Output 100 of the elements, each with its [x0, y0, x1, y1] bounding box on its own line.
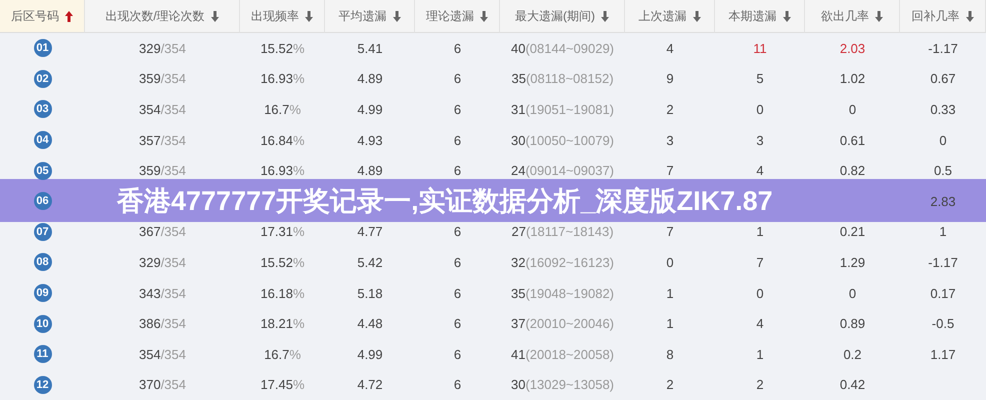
- table-cell: 2: [666, 377, 674, 392]
- table-cell: 329/354: [138, 254, 186, 270]
- table-cell: 0.2: [843, 346, 862, 362]
- column-header[interactable]: 回补几率: [900, 0, 986, 33]
- sort-down-icon: [480, 10, 488, 22]
- table-cell: 359/354: [138, 163, 186, 178]
- table-cell: 0.5: [934, 163, 952, 178]
- table-cell: 6: [454, 377, 462, 392]
- table-cell: 11: [753, 40, 767, 56]
- table-cell: 15.52%: [260, 40, 305, 56]
- column-header[interactable]: 出现频率: [240, 0, 325, 33]
- column-header[interactable]: 本期遗漏: [715, 0, 805, 33]
- table-cell: 1: [666, 286, 674, 301]
- table-cell: 4: [756, 316, 764, 332]
- sort-down-icon: [305, 10, 313, 22]
- table-cell: 35(19048~19082): [510, 286, 614, 301]
- table-cell: 6: [454, 163, 462, 178]
- table-cell: 0: [848, 102, 856, 117]
- table-cell: 0.42: [840, 377, 866, 392]
- table-cell: 16.7%: [264, 346, 301, 362]
- table-cell: 0.21: [840, 224, 866, 240]
- banner-title: 香港4777777开奖记录一,实证数据分析_深度版ZIK7.87: [117, 184, 773, 218]
- column-header[interactable]: 上次遗漏: [625, 0, 715, 33]
- table-cell: 5.42: [357, 254, 383, 270]
- number-ball: 10: [34, 314, 52, 333]
- column-header[interactable]: 理论遗漏: [415, 0, 500, 33]
- table-cell: 0: [756, 286, 764, 301]
- table-cell: 4.89: [357, 71, 383, 86]
- table-cell: 4: [756, 163, 764, 178]
- table-cell: 6: [454, 102, 462, 117]
- table-cell: -0.5: [932, 316, 954, 332]
- table-cell: -1.17: [928, 254, 958, 270]
- table-cell: 35(08118~08152): [511, 71, 614, 86]
- sort-down-icon: [782, 10, 790, 22]
- table-cell: 7: [666, 163, 674, 178]
- table-cell: 31(19051~19081): [510, 102, 614, 117]
- table-cell: 0.17: [930, 286, 956, 301]
- column-header[interactable]: 欲出几率: [805, 0, 900, 33]
- table-cell: 4.93: [357, 132, 383, 148]
- table-cell: 17.31%: [260, 224, 305, 240]
- table-cell: 3: [756, 132, 764, 148]
- table-cell: 6: [454, 40, 462, 56]
- table-cell: -1.17: [928, 40, 958, 56]
- table-cell: 0.61: [840, 132, 866, 148]
- table-cell: 2: [666, 102, 674, 117]
- number-ball: 03: [34, 100, 52, 118]
- table-cell: 1.17: [930, 346, 956, 362]
- table-cell: 32(16092~16123): [510, 254, 614, 270]
- table-cell: 8: [666, 346, 674, 362]
- column-label: 出现次数/理论次数: [105, 8, 205, 24]
- table-cell: 5.41: [357, 40, 383, 56]
- number-ball: 05: [34, 162, 52, 180]
- sort-up-icon: [65, 10, 73, 22]
- table-cell: 24(09014~09037): [510, 163, 614, 178]
- table-cell: 1: [756, 346, 764, 362]
- number-ball: 04: [34, 131, 52, 150]
- table-cell: 354/354: [138, 346, 186, 362]
- column-label: 平均遗漏: [338, 8, 386, 24]
- column-header[interactable]: 出现次数/理论次数: [85, 0, 240, 33]
- table-cell: 30(13029~13058): [510, 377, 614, 392]
- sort-down-icon: [601, 10, 609, 22]
- table-cell: 16.93%: [260, 163, 305, 178]
- table-cell: 1: [756, 224, 764, 240]
- column-label: 出现频率: [251, 8, 299, 24]
- table-cell: 16.7%: [264, 102, 301, 117]
- number-ball: 08: [34, 253, 52, 272]
- table-cell: 6: [454, 346, 462, 362]
- table-cell: 2.03: [840, 40, 866, 56]
- sort-down-icon: [692, 10, 700, 22]
- column-header[interactable]: 后区号码: [0, 0, 85, 33]
- column-header[interactable]: 最大遗漏(期间): [500, 0, 625, 33]
- table-cell: 1.02: [840, 71, 866, 86]
- table-cell: 6: [454, 224, 462, 240]
- column-label: 欲出几率: [821, 8, 869, 24]
- table-cell: 343/354: [138, 286, 186, 301]
- table-cell: 3: [666, 132, 674, 148]
- column-label: 最大遗漏(期间): [515, 8, 595, 24]
- table-cell: 9: [666, 71, 674, 86]
- column-label: 回补几率: [912, 8, 960, 24]
- table-cell: 0: [848, 286, 856, 301]
- sort-down-icon: [875, 10, 883, 22]
- table-cell: 4.72: [357, 377, 383, 392]
- table-cell: 386/354: [138, 316, 186, 332]
- table-cell: 16.93%: [260, 71, 305, 86]
- table-cell: 0.67: [930, 71, 956, 86]
- table-cell: 4.99: [357, 346, 383, 362]
- table-cell: 329/354: [138, 40, 186, 56]
- table-cell: 2: [756, 377, 764, 392]
- sort-down-icon: [966, 10, 974, 22]
- table-cell: 0.33: [930, 102, 956, 117]
- column-label: 本期遗漏: [728, 8, 776, 24]
- table-cell: 1: [939, 224, 947, 240]
- table-cell: 2.83: [930, 194, 956, 209]
- table-cell: 5: [756, 71, 764, 86]
- column-label: 理论遗漏: [426, 8, 474, 24]
- table-cell: 27(18117~18143): [511, 224, 614, 240]
- number-ball: 02: [34, 70, 52, 88]
- column-header[interactable]: 平均遗漏: [325, 0, 415, 33]
- table-cell: 41(20018~20058): [510, 346, 614, 362]
- table-cell: 15.52%: [260, 254, 305, 270]
